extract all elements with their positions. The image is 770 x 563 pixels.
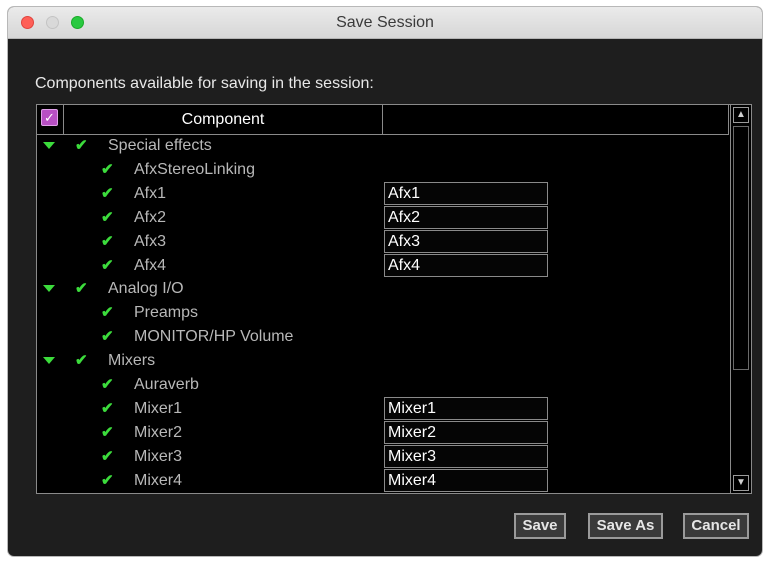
instance-name-field[interactable]: Mixer1 <box>384 397 548 421</box>
tree-row[interactable]: ✔ MONITOR/HP Volume <box>37 325 729 349</box>
component-label: Afx1 <box>134 184 167 202</box>
component-label: Mixer3 <box>134 447 183 465</box>
tree-row[interactable]: ✔ Mixer2 <box>37 421 729 445</box>
instance-name-field[interactable]: Mixer4 <box>384 469 548 493</box>
checkmark-icon[interactable]: ✔ <box>101 446 114 468</box>
component-column-header[interactable]: Component <box>63 105 383 134</box>
checkmark-icon[interactable]: ✔ <box>101 207 114 229</box>
name-column-header[interactable] <box>383 105 729 134</box>
save-button[interactable]: Save <box>514 513 566 539</box>
component-label: Mixers <box>108 352 156 370</box>
expand-triangle-icon[interactable] <box>43 142 55 149</box>
checkmark-icon[interactable]: ✔ <box>101 374 114 396</box>
component-label: Mixer4 <box>134 471 183 489</box>
checkmark-icon[interactable]: ✔ <box>101 302 114 324</box>
tree-row[interactable]: ✔ Afx4 <box>37 254 729 278</box>
component-label: Mixer1 <box>134 399 183 417</box>
save-as-button[interactable]: Save As <box>588 513 663 539</box>
tree-row[interactable]: ✔ Afx2 <box>37 206 729 230</box>
tree-row[interactable]: ✔ AfxStereoLinking <box>37 158 729 182</box>
checkmark-icon[interactable]: ✔ <box>101 326 114 348</box>
tree-row[interactable]: ✔ Mixer4 <box>37 469 729 493</box>
tree-row[interactable]: ✔ Mixer3 <box>37 445 729 469</box>
instance-name-field[interactable]: Afx3 <box>384 230 548 254</box>
instance-name-field[interactable]: Afx2 <box>384 206 548 230</box>
scroll-thumb[interactable] <box>733 126 749 370</box>
tree-row[interactable]: ✔ Special effects <box>37 134 729 158</box>
select-all-checkbox[interactable]: ✓ <box>41 109 58 126</box>
component-label: Analog I/O <box>108 280 184 298</box>
checkmark-icon[interactable]: ✔ <box>75 278 88 300</box>
instance-name-field[interactable]: Afx1 <box>384 182 548 206</box>
checkmark-icon[interactable]: ✔ <box>75 135 88 157</box>
component-label: Preamps <box>134 304 199 322</box>
checkmark-icon[interactable]: ✔ <box>101 159 114 181</box>
checkmark-icon[interactable]: ✔ <box>75 350 88 372</box>
tree-row[interactable]: ✔ Afx1 <box>37 182 729 206</box>
component-label: Auraverb <box>134 376 199 393</box>
vertical-scrollbar[interactable]: ▲ ▼ <box>730 105 751 493</box>
window-title: Save Session <box>336 14 434 31</box>
save-session-window: Save Session Components available for sa… <box>8 7 762 556</box>
tree-row[interactable]: ✔ Preamps <box>37 301 729 325</box>
tree-row[interactable]: ✔ Afx3 <box>37 230 729 254</box>
tree-header: ✓ Component <box>37 105 729 135</box>
component-label: Special effects <box>108 137 212 154</box>
tree-row[interactable]: ✔ Analog I/O <box>37 277 729 301</box>
component-label: Mixer2 <box>134 423 183 441</box>
tree-row[interactable]: ✔ Mixer1 <box>37 397 729 421</box>
title-bar: Save Session <box>8 7 762 39</box>
component-label: MONITOR/HP Volume <box>134 328 294 346</box>
component-label: Afx2 <box>134 208 167 226</box>
instance-name-field[interactable]: Mixer2 <box>384 421 548 445</box>
checkmark-icon[interactable]: ✔ <box>101 183 114 205</box>
expand-triangle-icon[interactable] <box>43 285 55 293</box>
component-label: AfxStereoLinking <box>134 160 255 178</box>
checkmark-icon[interactable]: ✔ <box>101 398 114 420</box>
cancel-button[interactable]: Cancel <box>683 513 749 539</box>
scroll-up-icon[interactable]: ▲ <box>733 107 749 123</box>
tree-row[interactable]: ✔ Mixers <box>37 349 729 373</box>
expand-triangle-icon[interactable] <box>43 357 55 365</box>
checkmark-icon[interactable]: ✔ <box>101 422 114 444</box>
dialog-heading: Components available for saving in the s… <box>35 75 374 92</box>
instance-name-field[interactable]: Afx4 <box>384 254 548 277</box>
checkmark-icon[interactable]: ✔ <box>101 255 114 277</box>
component-label: Afx3 <box>134 232 167 250</box>
components-tree: ✓ Component ✔ Special effects ✔ AfxStereoLi… <box>36 104 752 494</box>
checkmark-icon[interactable]: ✔ <box>101 470 114 492</box>
instance-name-field[interactable]: Mixer3 <box>384 445 548 469</box>
scroll-down-icon[interactable]: ▼ <box>733 475 749 491</box>
tree-row[interactable]: ✔ Auraverb <box>37 373 729 397</box>
component-label: Afx4 <box>134 256 167 274</box>
checkmark-icon[interactable]: ✔ <box>101 231 114 253</box>
